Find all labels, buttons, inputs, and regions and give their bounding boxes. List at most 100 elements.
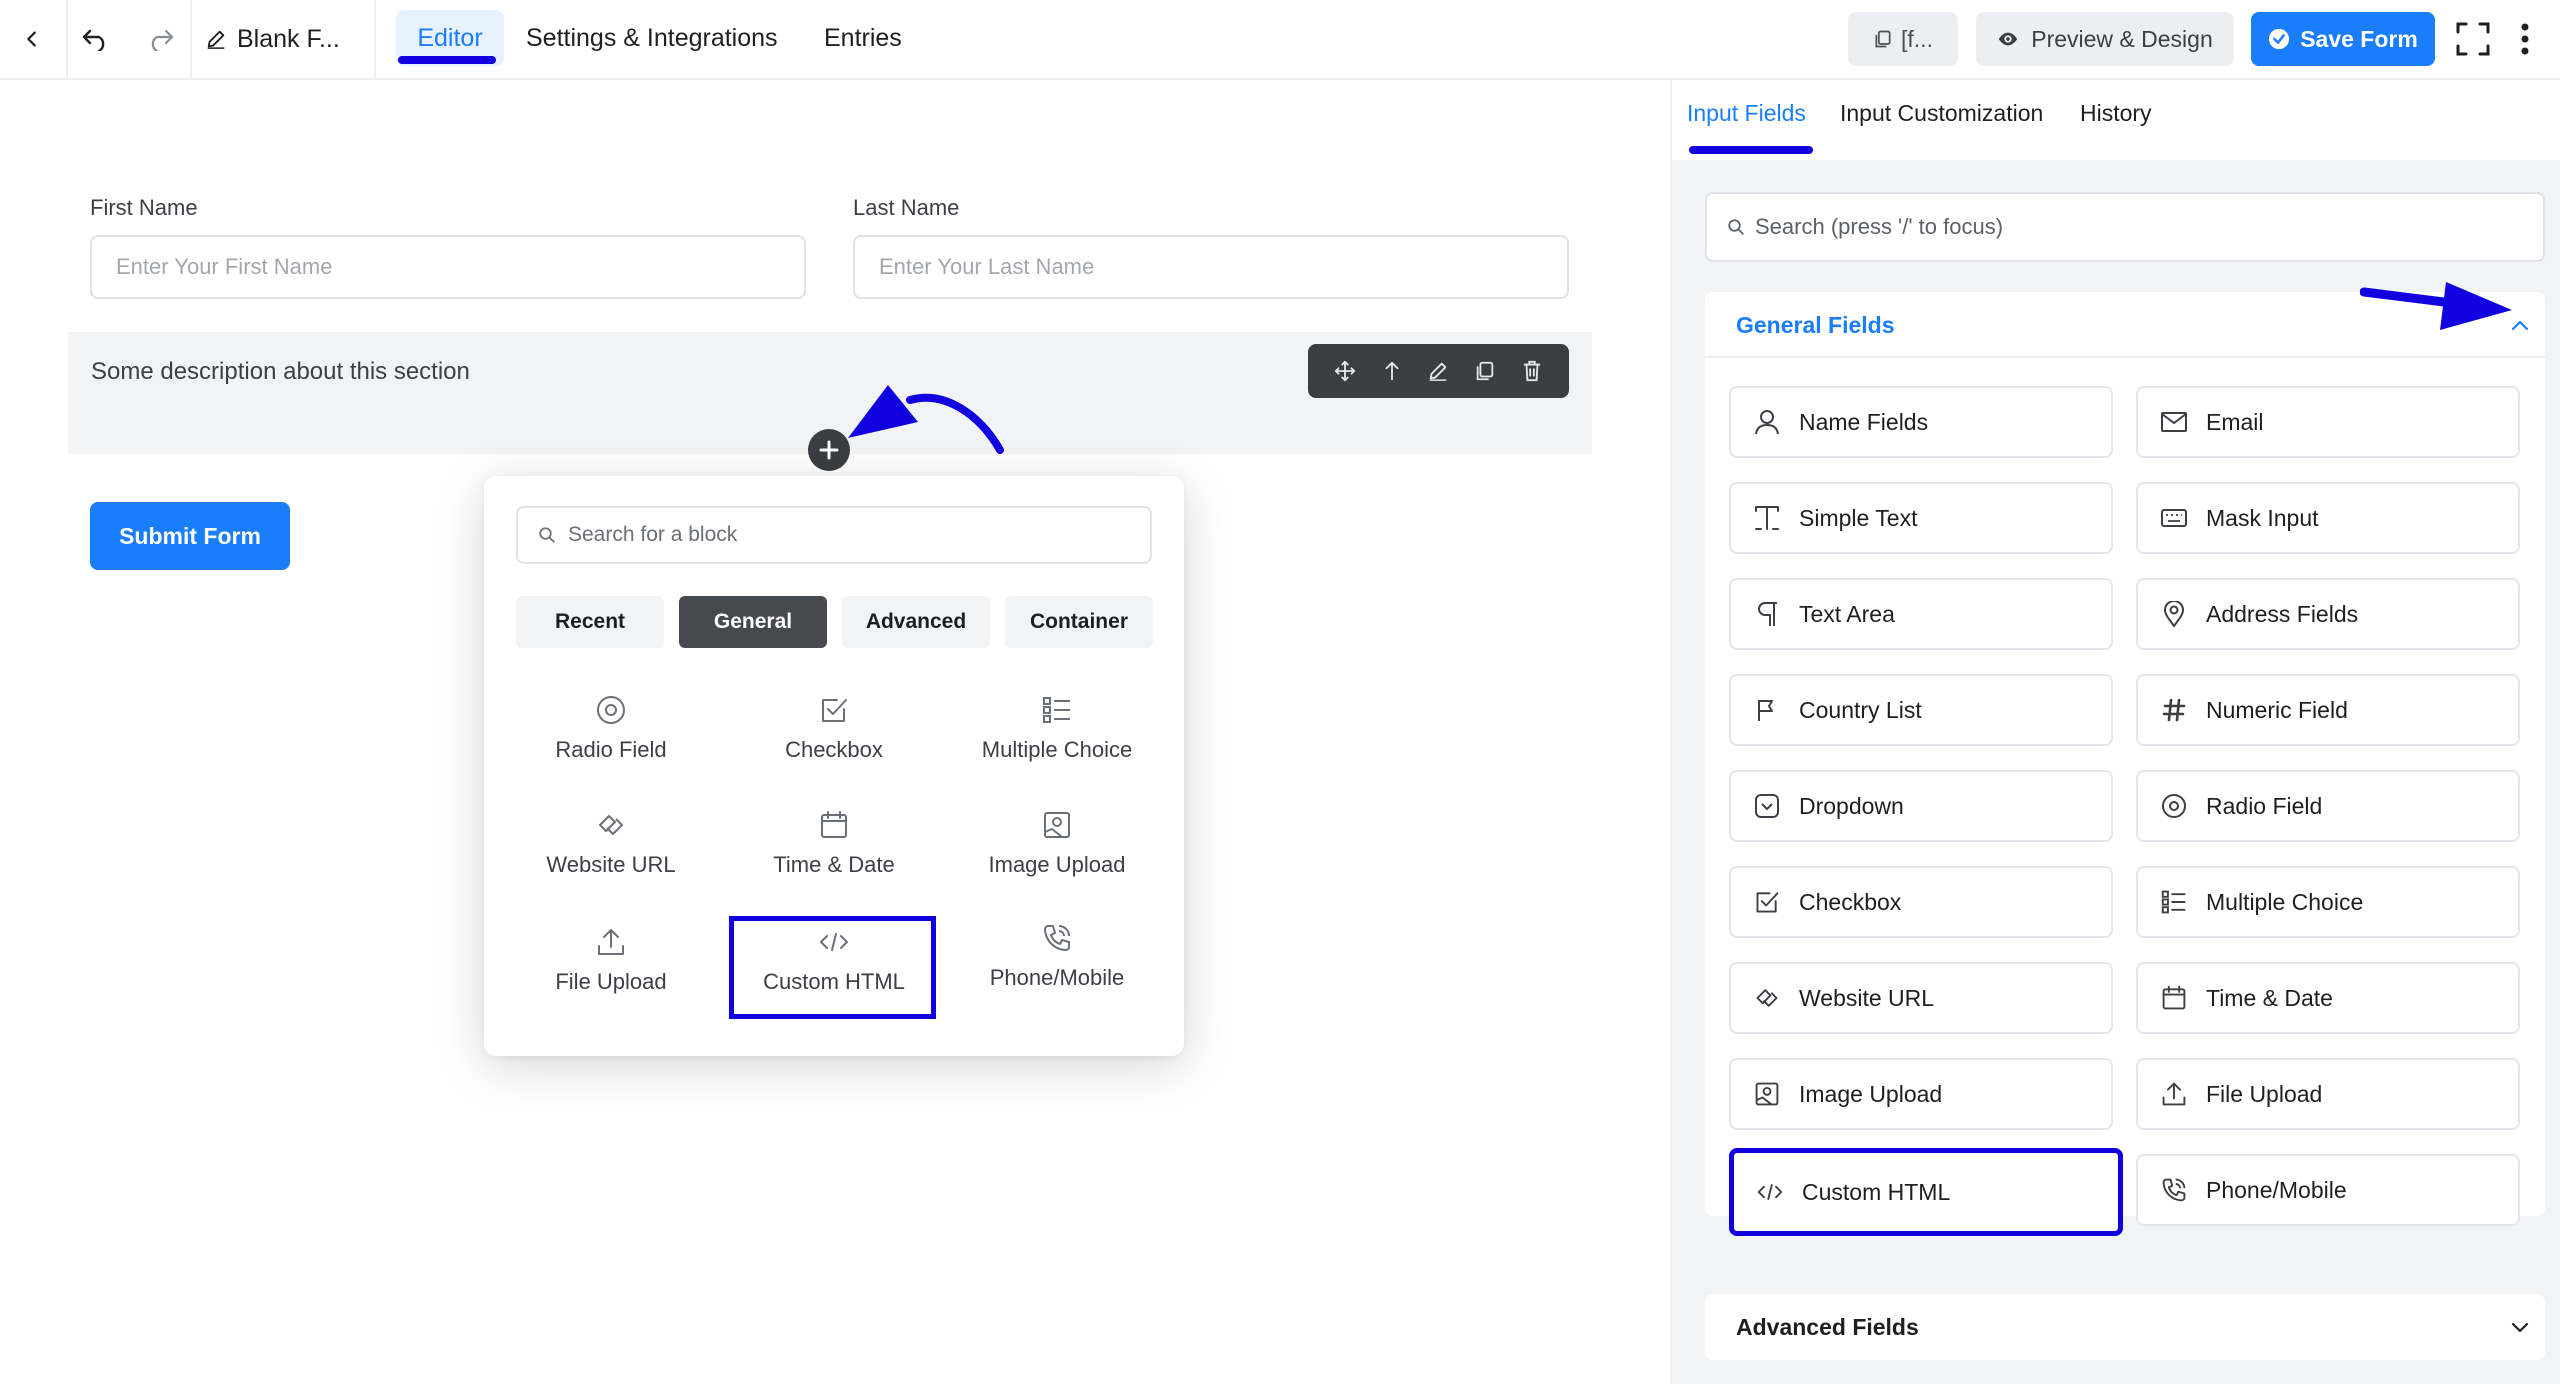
tab-container[interactable]: Container — [1005, 596, 1153, 648]
field-label: Dropdown — [1799, 792, 1904, 819]
block-file-upload[interactable]: File Upload — [508, 912, 714, 1008]
first-name-input[interactable] — [90, 235, 806, 299]
block-image-upload[interactable]: Image Upload — [954, 795, 1160, 891]
form-name[interactable]: Blank F... — [205, 0, 340, 78]
tab-general[interactable]: General — [679, 596, 827, 648]
edit-icon[interactable] — [1420, 353, 1456, 389]
check-circle-icon — [2268, 28, 2290, 50]
undo-icon[interactable] — [76, 0, 116, 78]
more-vertical-icon[interactable] — [2510, 0, 2540, 78]
tab-history[interactable]: History — [2080, 100, 2152, 127]
tab-settings-integrations[interactable]: Settings & Integrations — [526, 10, 778, 66]
field-custom-html[interactable]: Custom HTML — [1729, 1148, 2123, 1236]
field-phone-mobile[interactable]: Phone/Mobile — [2136, 1154, 2520, 1226]
field-image-upload[interactable]: Image Upload — [1729, 1058, 2113, 1130]
annotation-highlight-box — [729, 916, 936, 1019]
field-text-area[interactable]: Text Area — [1729, 578, 2113, 650]
block-phone-mobile[interactable]: Phone/Mobile — [954, 908, 1160, 1004]
tab-advanced[interactable]: Advanced — [842, 596, 990, 648]
general-fields-header[interactable]: General Fields — [1705, 292, 2545, 358]
tab-input-fields[interactable]: Input Fields — [1687, 100, 1806, 127]
field-country-list[interactable]: Country List — [1729, 674, 2113, 746]
redo-icon[interactable] — [140, 0, 180, 78]
block-website-url[interactable]: Website URL — [508, 795, 714, 891]
field-numeric-field[interactable]: Numeric Field — [2136, 674, 2520, 746]
field-label: Numeric Field — [2206, 696, 2348, 723]
image-icon — [1042, 808, 1072, 842]
duplicate-icon[interactable] — [1467, 353, 1503, 389]
copy-icon — [1873, 29, 1893, 49]
back-icon[interactable] — [12, 0, 52, 78]
save-form-button[interactable]: Save Form — [2251, 12, 2435, 66]
link-icon — [596, 808, 626, 842]
field-email[interactable]: Email — [2136, 386, 2520, 458]
field-name-fields[interactable]: Name Fields — [1729, 386, 2113, 458]
field-checkbox[interactable]: Checkbox — [1729, 866, 2113, 938]
field-dropdown[interactable]: Dropdown — [1729, 770, 2113, 842]
field-radio-field[interactable]: Radio Field — [2136, 770, 2520, 842]
fullscreen-icon[interactable] — [2452, 0, 2494, 78]
block-label: Image Upload — [988, 852, 1126, 877]
field-website-url[interactable]: Website URL — [1729, 962, 2113, 1034]
preview-design-button[interactable]: Preview & Design — [1976, 12, 2234, 66]
first-name-label: First Name — [90, 195, 198, 220]
general-fields-title: General Fields — [1736, 312, 1895, 338]
advanced-fields-panel[interactable]: Advanced Fields — [1705, 1294, 2545, 1360]
checkbox-icon — [819, 693, 849, 727]
divider — [66, 0, 68, 78]
block-radio-field[interactable]: Radio Field — [508, 680, 714, 776]
tab-entries[interactable]: Entries — [824, 10, 902, 66]
block-toolbar — [1308, 344, 1569, 398]
radio-icon — [2160, 793, 2188, 819]
tab-recent[interactable]: Recent — [516, 596, 664, 648]
dropdown-icon — [1753, 793, 1781, 819]
last-name-input[interactable] — [853, 235, 1569, 299]
field-simple-text[interactable]: Simple Text — [1729, 482, 2113, 554]
block-label: Phone/Mobile — [989, 965, 1125, 990]
text-cursor-icon — [1753, 505, 1781, 531]
link-icon — [1753, 985, 1781, 1011]
field-mask-input[interactable]: Mask Input — [2136, 482, 2520, 554]
block-search[interactable]: Search for a block — [516, 506, 1152, 564]
save-label: Save Form — [2300, 25, 2418, 52]
map-pin-icon — [2160, 601, 2188, 627]
block-multiple-choice[interactable]: Multiple Choice — [954, 680, 1160, 776]
advanced-fields-title: Advanced Fields — [1736, 1314, 1919, 1340]
block-inserter-popover: Search for a block Recent General Advanc… — [484, 476, 1184, 1056]
phone-icon — [2160, 1177, 2188, 1203]
divider — [190, 0, 192, 78]
keyboard-icon — [2160, 509, 2188, 527]
trash-icon[interactable] — [1514, 353, 1550, 389]
chevron-down-icon[interactable] — [2509, 1316, 2531, 1338]
plus-icon — [819, 440, 839, 460]
field-file-upload[interactable]: File Upload — [2136, 1058, 2520, 1130]
calendar-icon — [2160, 985, 2188, 1011]
block-label: Website URL — [546, 852, 676, 877]
search-icon — [538, 526, 556, 544]
fields-search-input[interactable]: Search (press '/' to focus) — [1705, 192, 2545, 262]
field-time-date[interactable]: Time & Date — [2136, 962, 2520, 1034]
field-address-fields[interactable]: Address Fields — [2136, 578, 2520, 650]
field-label: Phone/Mobile — [2206, 1176, 2347, 1203]
move-icon[interactable] — [1327, 353, 1363, 389]
flag-icon — [1753, 698, 1781, 722]
field-label: Text Area — [1799, 600, 1895, 627]
envelope-icon — [2160, 412, 2188, 432]
field-multiple-choice[interactable]: Multiple Choice — [2136, 866, 2520, 938]
block-time-date[interactable]: Time & Date — [731, 795, 937, 891]
list-icon — [1042, 693, 1072, 727]
submit-form-button[interactable]: Submit Form — [90, 502, 290, 570]
add-block-button[interactable] — [808, 429, 850, 471]
block-search-placeholder: Search for a block — [568, 523, 738, 546]
chevron-up-icon[interactable] — [2509, 314, 2531, 336]
right-sidebar: Input Fields Input Customization History… — [1670, 80, 2560, 1384]
block-checkbox[interactable]: Checkbox — [731, 680, 937, 776]
tab-input-customization[interactable]: Input Customization — [1840, 100, 2043, 127]
pencil-icon — [205, 28, 227, 50]
shortcode-button[interactable]: [f... — [1848, 12, 1958, 66]
sidebar-tabs: Input Fields Input Customization History — [1672, 80, 2560, 160]
annotation-underline — [398, 56, 496, 64]
arrow-up-icon[interactable] — [1374, 353, 1410, 389]
field-label: File Upload — [2206, 1080, 2323, 1107]
form-name-label: Blank F... — [237, 24, 340, 53]
